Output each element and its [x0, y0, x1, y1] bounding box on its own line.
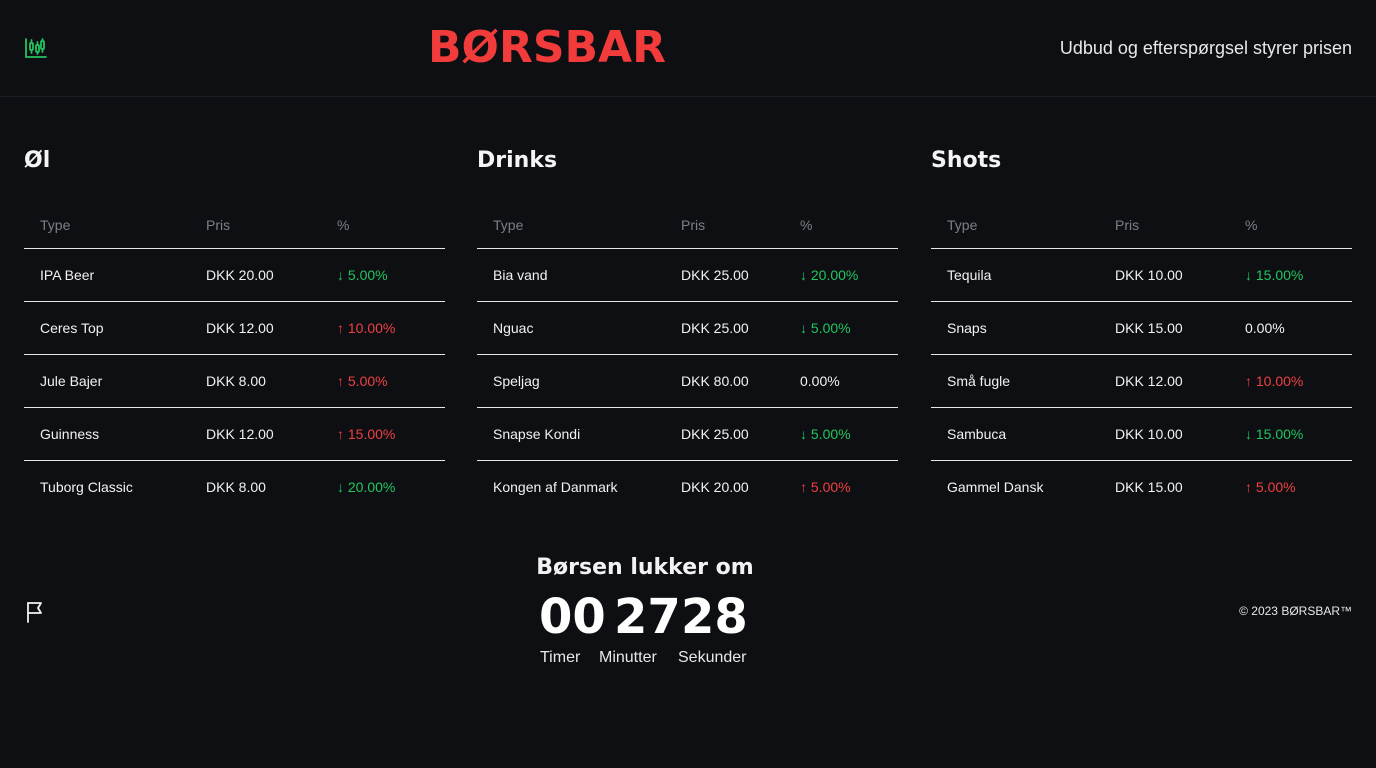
item-name: Guinness	[40, 426, 100, 442]
item-name: IPA Beer	[40, 267, 95, 283]
item-price: DKK 25.00	[681, 426, 749, 442]
item-name: Ceres Top	[40, 320, 104, 336]
column-header-type: Type	[493, 217, 524, 233]
item-price: DKK 15.00	[1115, 320, 1183, 336]
item-price: DKK 12.00	[206, 426, 274, 442]
item-change: ↑ 5.00%	[800, 479, 851, 495]
item-name: Speljag	[493, 373, 540, 389]
countdown-hours: 00	[539, 589, 606, 645]
item-change: ↓ 15.00%	[1245, 267, 1304, 283]
tagline: Udbud og efterspørgsel styrer prisen	[1059, 38, 1352, 58]
countdown-minutes: 27	[614, 589, 681, 645]
table-header: Type Pris%	[477, 201, 898, 249]
item-price: DKK 10.00	[1115, 426, 1183, 442]
item-change: ↓ 15.00%	[1245, 426, 1304, 442]
countdown-minutes-label: Minutter	[599, 649, 657, 666]
item-price: DKK 8.00	[206, 373, 266, 389]
item-name: Sambuca	[947, 426, 1007, 442]
brand-title: BØRSBAR	[428, 22, 666, 73]
item-change: ↑ 10.00%	[337, 320, 396, 336]
market-title: Shots	[931, 148, 1002, 173]
item-price: DKK 12.00	[206, 320, 274, 336]
item-change: 0.00%	[1245, 320, 1285, 336]
countdown-seconds: 28	[681, 589, 748, 645]
countdown-title: Børsen lukker om	[536, 555, 754, 580]
item-price: DKK 10.00	[1115, 267, 1183, 283]
copyright: © 2023 BØRSBAR™	[1239, 604, 1352, 618]
countdown-hours-label: Timer	[540, 649, 581, 666]
item-name: Tequila	[947, 267, 992, 283]
item-price: DKK 20.00	[681, 479, 749, 495]
table-row: Guinness DKK 12.00 ↑ 15.00%	[24, 408, 445, 461]
column-header-type: Type	[947, 217, 978, 233]
table-row: Ceres Top DKK 12.00 ↑ 10.00%	[24, 302, 445, 355]
item-change: ↓ 5.00%	[800, 320, 851, 336]
table-row: Tuborg Classic DKK 8.00 ↓ 20.00%	[24, 461, 445, 514]
item-name: Kongen af Danmark	[493, 479, 618, 495]
table-row: Bia vand DKK 25.00 ↓ 20.00%	[477, 249, 898, 302]
page-header: BØRSBAR Udbud og efterspørgsel styrer pr…	[0, 0, 1376, 97]
item-change: ↑ 5.00%	[1245, 479, 1296, 495]
column-header-type: Type	[40, 217, 71, 233]
item-change: ↓ 20.00%	[800, 267, 859, 283]
table-header: Type Pris%	[931, 201, 1352, 249]
item-name: Snaps	[947, 320, 987, 336]
item-change: ↑ 5.00%	[337, 373, 388, 389]
item-price: DKK 80.00	[681, 373, 749, 389]
table-row: Nguac DKK 25.00 ↓ 5.00%	[477, 302, 898, 355]
market-2: Shots Type Pris% Tequila DKK 10.00 ↓ 15.00% Sn…	[931, 145, 1352, 514]
countdown-seconds-label: Sekunder	[678, 649, 747, 666]
item-price: DKK 12.00	[1115, 373, 1183, 389]
table-row: Små fugle DKK 12.00 ↑ 10.00%	[931, 355, 1352, 408]
item-price: DKK 25.00	[681, 320, 749, 336]
table-row: Snapse Kondi DKK 25.00 ↓ 5.00%	[477, 408, 898, 461]
item-change: ↑ 10.00%	[1245, 373, 1304, 389]
table-row: Sambuca DKK 10.00 ↓ 15.00%	[931, 408, 1352, 461]
candlestick-chart-icon[interactable]	[24, 37, 48, 59]
market-1: Drinks Type Pris% Bia vand DKK 25.00 ↓ 20.00%…	[477, 145, 898, 514]
market-title: Drinks	[477, 148, 558, 173]
item-price: DKK 8.00	[206, 479, 266, 495]
table-row: Kongen af Danmark DKK 20.00 ↑ 5.00%	[477, 461, 898, 514]
column-header-price: Pris	[206, 217, 231, 233]
table-header: Type Pris%	[24, 201, 445, 249]
column-header-price: Pris	[1115, 217, 1140, 233]
item-name: Små fugle	[947, 373, 1011, 389]
item-name: Jule Bajer	[40, 373, 103, 389]
item-change: ↓ 5.00%	[337, 267, 388, 283]
table-row: Snaps DKK 15.00 0.00%	[931, 302, 1352, 355]
column-header-change: %	[800, 217, 813, 233]
flag-icon[interactable]	[24, 600, 48, 624]
column-header-price: Pris	[681, 217, 706, 233]
item-name: Snapse Kondi	[493, 426, 581, 442]
item-price: DKK 25.00	[681, 267, 749, 283]
item-change: 0.00%	[800, 373, 840, 389]
table-row: IPA Beer DKK 20.00 ↓ 5.00%	[24, 249, 445, 302]
table-row: Tequila DKK 10.00 ↓ 15.00%	[931, 249, 1352, 302]
item-change: ↑ 15.00%	[337, 426, 396, 442]
item-name: Tuborg Classic	[40, 479, 133, 495]
item-price: DKK 15.00	[1115, 479, 1183, 495]
item-change: ↓ 5.00%	[800, 426, 851, 442]
table-row: Gammel Dansk DKK 15.00 ↑ 5.00%	[931, 461, 1352, 514]
table-row: Jule Bajer DKK 8.00 ↑ 5.00%	[24, 355, 445, 408]
table-row: Speljag DKK 80.00 0.00%	[477, 355, 898, 408]
item-price: DKK 20.00	[206, 267, 274, 283]
column-header-change: %	[337, 217, 350, 233]
market-0: Øl Type Pris% IPA Beer DKK 20.00 ↓ 5.00% Ceres…	[24, 145, 445, 514]
item-name: Nguac	[493, 320, 534, 336]
item-change: ↓ 20.00%	[337, 479, 396, 495]
item-name: Gammel Dansk	[947, 479, 1044, 495]
market-title: Øl	[24, 148, 51, 173]
item-name: Bia vand	[493, 267, 548, 283]
column-header-change: %	[1245, 217, 1258, 233]
